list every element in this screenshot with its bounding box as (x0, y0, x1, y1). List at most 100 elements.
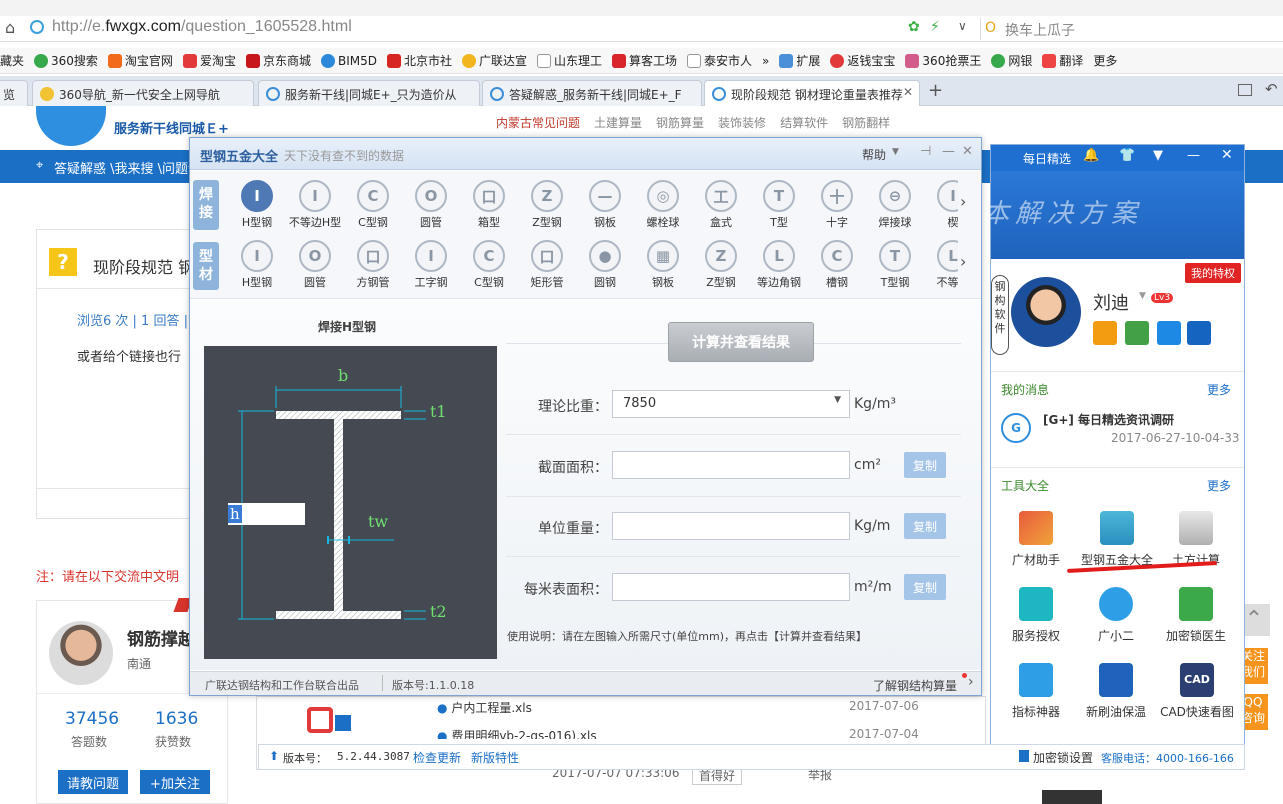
tool-earthwork[interactable]: 土方计算 (1161, 511, 1231, 568)
profile-shape[interactable]: C C型钢 (460, 240, 518, 290)
chevron-down-icon[interactable]: ▼ (892, 147, 899, 157)
profile-shape[interactable]: 口矩形管 (518, 240, 576, 290)
unit-weight-output[interactable] (612, 512, 850, 540)
minimize-icon[interactable]: — (942, 144, 955, 159)
dim-h-input[interactable]: h (228, 503, 305, 525)
bookmark[interactable]: 扩展 (779, 52, 820, 69)
weld-shape[interactable]: ⊖ 焊接球 (866, 180, 924, 230)
learn-more-link[interactable]: 了解钢结构算量 (873, 677, 957, 694)
weld-shape[interactable]: 十十字 (808, 180, 866, 230)
tool-paint[interactable]: 新刷油保温 (1081, 663, 1151, 720)
category-link[interactable]: 钢筋翻样 (842, 114, 890, 131)
tool-lock-doctor[interactable]: 加密锁医生 (1161, 587, 1231, 644)
tab[interactable]: 览 (0, 80, 28, 106)
follow-button[interactable]: +加关注 (140, 770, 210, 794)
weld-shape[interactable]: T T型 (750, 180, 808, 230)
profile-shape[interactable]: ▦ 钢板 (634, 240, 692, 290)
bookmark[interactable]: 藏夹 (0, 52, 24, 69)
file-item[interactable]: ● 费用明细vb-2-gs-016).xls (437, 727, 597, 739)
profile-shape[interactable]: I 工字钢 (402, 240, 460, 290)
home-icon[interactable]: ⌂ (5, 18, 15, 37)
refresh-icon[interactable]: ✿ (908, 19, 920, 35)
weld-shape[interactable]: I楔 (924, 180, 958, 230)
url-input[interactable]: http://e.fwxgx.com/question_1605528.html (52, 18, 352, 36)
profile-shape[interactable]: 口方钢管 (344, 240, 402, 290)
tab[interactable]: 360导航_新一代安全上网导航 (32, 80, 254, 106)
category-link[interactable]: 结算软件 (780, 114, 828, 131)
badge-icon[interactable] (1187, 321, 1211, 345)
shirt-icon[interactable]: 👕 (1119, 148, 1135, 163)
menu-icon[interactable]: ▼ (1153, 148, 1163, 163)
avatar[interactable] (49, 621, 113, 685)
tab[interactable]: 答疑解惑_服务新干线|同城E+_F (482, 80, 702, 106)
tab-active[interactable]: 现阶段规范 钢材理论重量表推荐 ✕ (704, 80, 920, 106)
bookmark[interactable]: 360搜索 (34, 52, 98, 69)
category-link[interactable]: 土建算量 (594, 114, 642, 131)
bookmark[interactable]: 爱淘宝 (182, 52, 236, 69)
bookmark[interactable]: BIM5D (320, 53, 377, 68)
chevron-right-icon[interactable]: › (968, 674, 974, 690)
chevron-down-icon[interactable]: ▼ (1139, 291, 1146, 301)
surface-output[interactable] (612, 573, 850, 601)
close-icon[interactable]: ✕ (903, 85, 913, 99)
tool-cad[interactable]: CAD CAD快速看图 (1155, 663, 1239, 720)
undo-icon[interactable]: ↶ (1265, 80, 1278, 98)
profile-shape[interactable]: L不等边 (924, 240, 958, 290)
tools-more-link[interactable]: 更多 (1207, 477, 1231, 494)
minimize-icon[interactable]: — (1187, 148, 1200, 163)
bookmark[interactable]: 京东商城 (245, 52, 311, 69)
panel-user-name[interactable]: 刘迪 (1093, 289, 1129, 315)
new-feature-link[interactable]: 新版特性 (471, 749, 519, 766)
breadcrumb[interactable]: 答疑解惑 \我来搜 \问题详 (54, 158, 201, 177)
profile-shape[interactable]: I H型钢 (228, 240, 286, 290)
lock-setting-link[interactable]: 加密锁设置 (1033, 749, 1093, 766)
good-button[interactable]: 首得好 (692, 770, 743, 785)
bookmark[interactable]: 淘宝官网 (107, 52, 173, 69)
ask-question-button[interactable]: 请教问题 (58, 770, 128, 794)
flash-icon[interactable]: ⚡ (930, 19, 940, 35)
profile-shape[interactable]: C 槽钢 (808, 240, 866, 290)
profile-shape[interactable]: O 圆管 (286, 240, 344, 290)
density-select[interactable]: 7850 ▼ (612, 390, 850, 418)
category-link[interactable]: 钢筋算量 (656, 114, 704, 131)
question-stats[interactable]: 浏览6 次 | 1 回答 | (77, 310, 188, 329)
badge-icon[interactable] (1157, 321, 1181, 345)
profile-shape[interactable]: T T型钢 (866, 240, 924, 290)
profile-tab[interactable]: 型 材 (193, 242, 219, 290)
restore-icon[interactable] (1238, 84, 1252, 96)
bookmark[interactable]: 网银 (991, 52, 1032, 69)
copy-weight-button[interactable]: 复制 (904, 513, 946, 539)
copy-surface-button[interactable]: 复制 (904, 574, 946, 600)
category-link[interactable]: 内蒙古常见问题 (496, 114, 580, 131)
tab[interactable]: 服务新干线|同城E+_只为造价从 (258, 80, 480, 106)
scroll-right-icon[interactable]: › (960, 252, 966, 271)
weld-shape[interactable]: ◎ 螺栓球 (634, 180, 692, 230)
badge-icon[interactable] (1093, 321, 1117, 345)
new-tab-button[interactable]: + (928, 80, 943, 101)
bookmark[interactable]: 山东理工 (537, 52, 602, 69)
weld-shape[interactable]: — 钢板 (576, 180, 634, 230)
weld-shape-h[interactable]: I H型钢 (228, 180, 286, 230)
bookmark[interactable]: 北京市社 (386, 52, 452, 69)
bookmark[interactable]: 翻译 (1042, 52, 1083, 69)
profile-shape[interactable]: ● 圆钢 (576, 240, 634, 290)
dialog-titlebar[interactable]: 型钢五金大全 天下没有查不到的数据 帮助 ▼ ⊣ — ✕ (190, 138, 981, 170)
message-text[interactable]: [G+] 每日精选资讯调研 (1043, 411, 1174, 428)
scroll-right-icon[interactable]: › (960, 192, 966, 211)
tool-steel[interactable]: 型钢五金大全 (1075, 511, 1159, 568)
badge-icon[interactable] (1125, 321, 1149, 345)
pin-icon[interactable]: ⊣ (920, 144, 931, 159)
avatar[interactable] (1011, 277, 1081, 347)
help-menu[interactable]: 帮助 (862, 146, 886, 163)
search-box[interactable]: O 换车上瓜子 (980, 18, 1280, 40)
profile-shape[interactable]: L 等边角钢 (750, 240, 808, 290)
user-name[interactable]: 钢筋撑越 (127, 625, 195, 650)
messages-more-link[interactable]: 更多 (1207, 381, 1231, 398)
area-output[interactable] (612, 451, 850, 479)
site-logo[interactable] (36, 106, 106, 146)
bookmark[interactable]: 算客工场 (612, 52, 677, 69)
weld-shape[interactable]: C C型钢 (344, 180, 402, 230)
bookmark[interactable]: 广联达宣 (461, 52, 527, 69)
bookmark-more[interactable]: 更多 (1093, 52, 1117, 69)
close-icon[interactable]: ✕ (962, 144, 973, 159)
